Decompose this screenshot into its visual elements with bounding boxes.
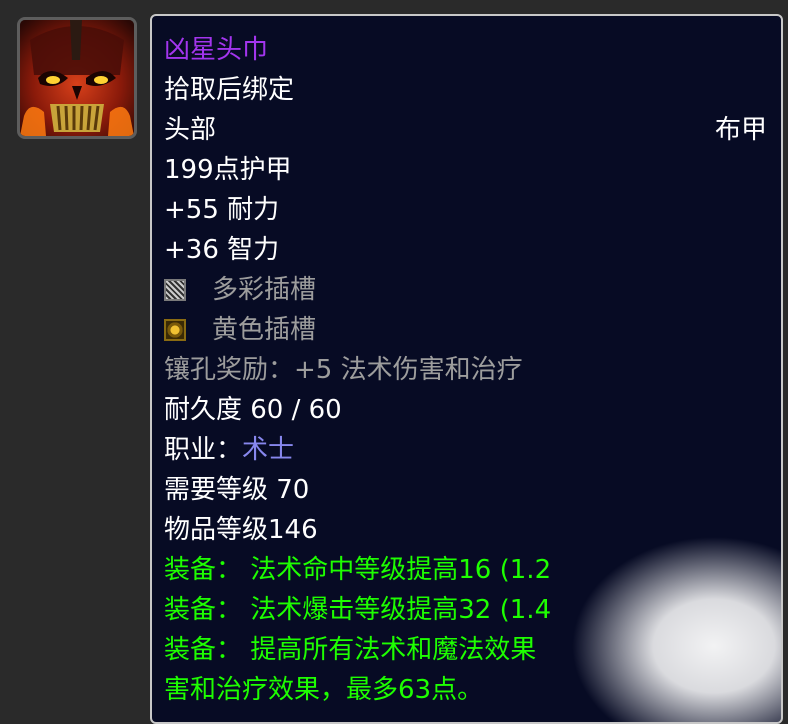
intellect-text: +36 智力 — [164, 235, 280, 265]
equip-effect-3-continued: 害和治疗效果，最多63点。 — [164, 675, 484, 705]
equip-effect-1: 装备： 法术命中等级提高16 (1.2 — [164, 555, 552, 585]
skull-helm-icon — [20, 20, 134, 136]
meta-socket-row: 多彩插槽 — [164, 273, 767, 307]
class-row: 职业：术士 — [164, 433, 767, 467]
yellow-socket-row: 黄色插槽 — [164, 313, 767, 347]
armor-text: 199点护甲 — [164, 155, 292, 185]
armor-type-text: 布甲 — [714, 115, 767, 145]
socket-bonus-text: 镶孔奖励：+5 法术伤害和治疗 — [164, 355, 523, 385]
yellow-socket-icon — [164, 319, 186, 341]
item-level-text: 物品等级146 — [164, 515, 318, 545]
class-label: 职业： — [164, 435, 243, 465]
meta-socket-label: 多彩插槽 — [212, 275, 317, 305]
required-level-text: 需要等级 70 — [164, 475, 310, 505]
binding-text: 拾取后绑定 — [164, 75, 295, 105]
stamina-text: +55 耐力 — [164, 195, 280, 225]
meta-socket-icon — [164, 279, 186, 301]
equip-effect-2: 装备： 法术爆击等级提高32 (1.4 — [164, 595, 552, 625]
item-name: 凶星头巾 — [164, 35, 269, 65]
equip-effect-3: 装备： 提高所有法术和魔法效果 — [164, 635, 537, 665]
class-value: 术士 — [242, 435, 295, 465]
slot-text: 头部 — [164, 115, 217, 145]
yellow-socket-label: 黄色插槽 — [212, 315, 317, 345]
durability-text: 耐久度 60 / 60 — [164, 395, 342, 425]
item-tooltip: 凶星头巾 拾取后绑定 头部 布甲 199点护甲 +55 耐力 +36 智力 多彩… — [150, 14, 783, 724]
item-icon-frame[interactable] — [17, 17, 137, 139]
slot-row: 头部 布甲 — [164, 113, 767, 147]
